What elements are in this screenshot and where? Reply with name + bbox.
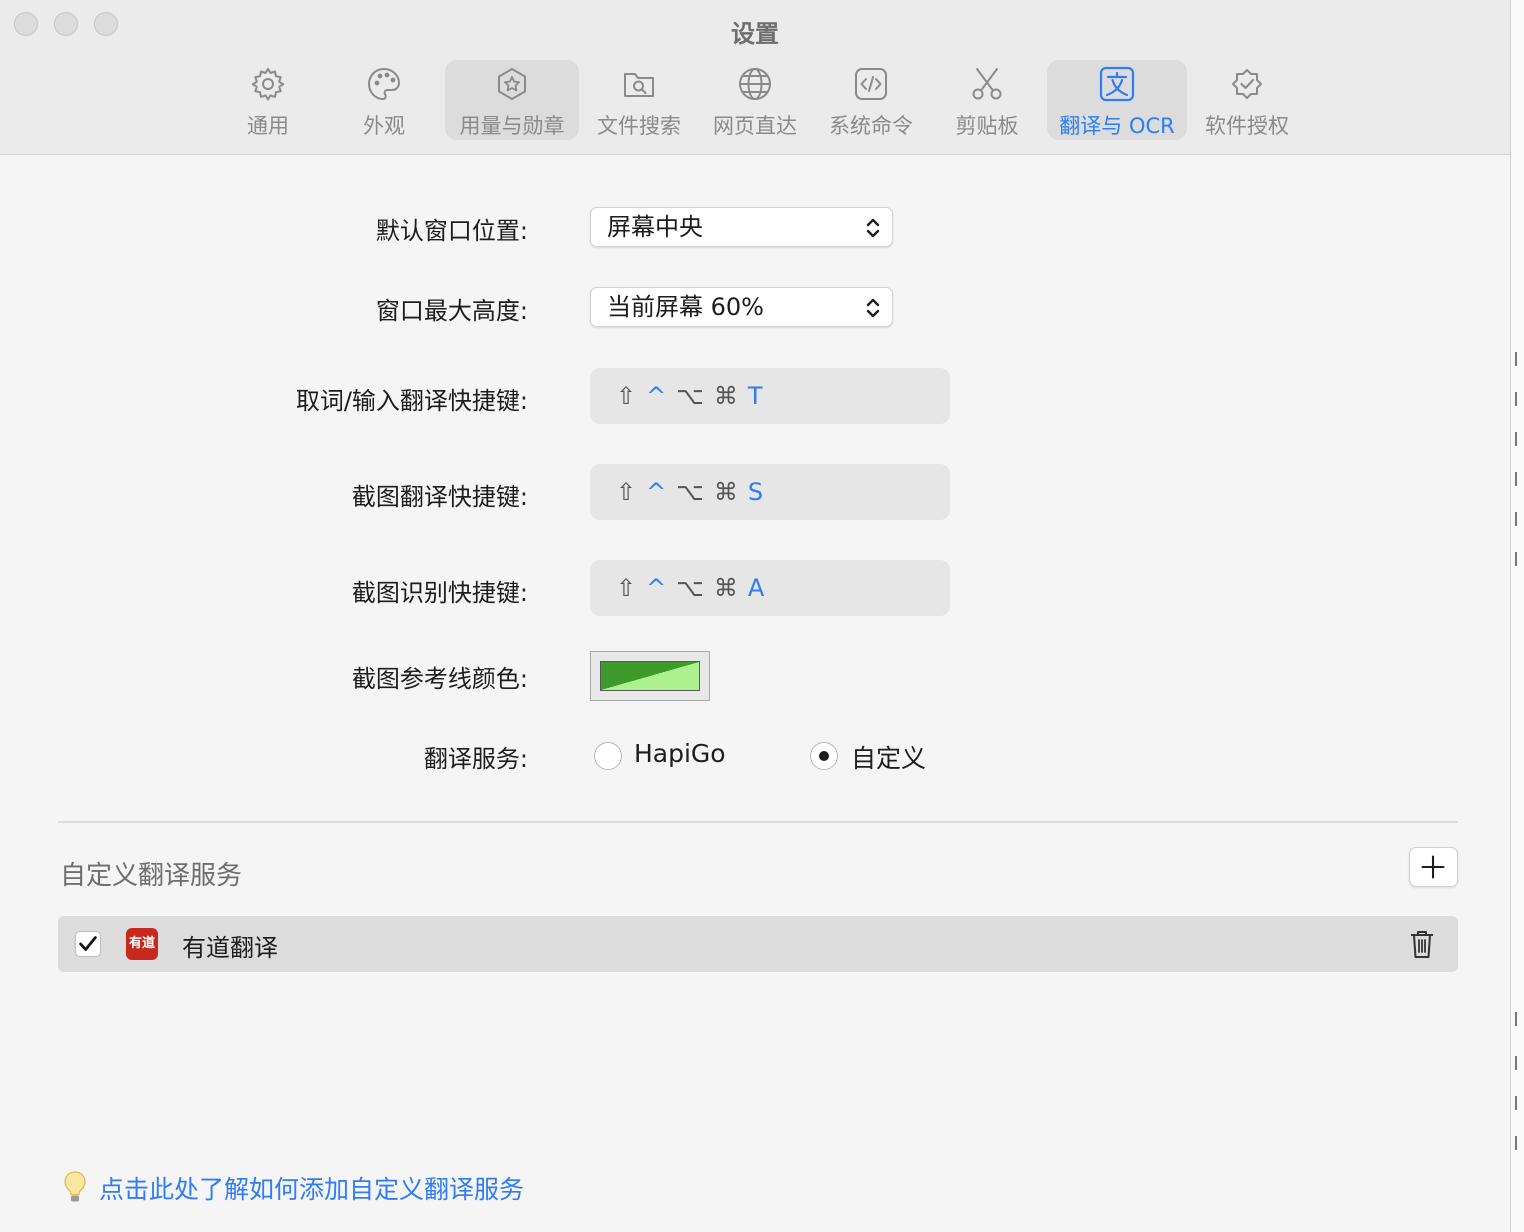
code-icon [855,68,887,100]
folder-search-icon [624,73,654,97]
tab-web-shortcuts[interactable]: 网页直达 [700,60,810,140]
window-position-select[interactable]: 屏幕中央 [590,207,893,247]
option-modifier: ⌥ [676,382,704,410]
tab-label: 用量与勋章 [459,114,565,138]
plus-icon [1421,855,1445,879]
edge-mark [1515,1056,1524,1070]
shift-modifier: ⇧ [616,574,637,602]
tab-translate-ocr[interactable]: 翻译与 OCR [1047,60,1187,140]
background-window-edge [1511,0,1524,1232]
screenshot-ocr-shortcut-recorder[interactable]: ⇧ ^ ⌥ ⌘ A [590,560,950,616]
radio-hapigo[interactable] [594,742,622,770]
control-modifier: ^ [646,382,667,410]
radio-hapigo-label[interactable]: HapiGo [634,739,726,768]
shortcut-key: T [747,382,763,410]
shift-modifier: ⇧ [616,478,637,506]
guide-color-label: 截图参考线颜色: [351,665,528,693]
window-title: 设置 [731,20,779,48]
tab-label: 通用 [247,114,289,138]
edge-mark [1515,1136,1524,1150]
translate-icon [1099,66,1135,102]
guide-color-well[interactable] [590,651,710,701]
tab-clipboard[interactable]: 剪贴板 [932,60,1042,140]
max-height-label: 窗口最大高度: [375,297,528,325]
chevron-up-down-icon [866,298,880,318]
option-modifier: ⌥ [676,478,704,506]
edge-mark [1515,432,1524,446]
tab-label: 网页直达 [713,114,797,138]
tab-appearance[interactable]: 外观 [328,60,440,140]
edge-mark [1515,352,1524,366]
palette-icon [367,67,401,101]
command-modifier: ⌘ [713,382,738,410]
edge-mark [1515,392,1524,406]
word-shortcut-recorder[interactable]: ⇧ ^ ⌥ ⌘ T [590,368,950,424]
edge-mark [1515,1096,1524,1110]
tab-label: 文件搜索 [597,114,681,138]
control-modifier: ^ [646,574,667,602]
chevron-up-down-icon [866,218,880,238]
checkmark-icon [79,936,97,951]
custom-services-title: 自定义翻译服务 [60,861,243,891]
command-modifier: ⌘ [713,478,738,506]
screenshot-ocr-shortcut-label: 截图识别快捷键: [351,579,528,607]
tab-label: 翻译与 OCR [1059,114,1175,138]
tab-system-commands[interactable]: 系统命令 [816,60,926,140]
tab-label: 外观 [363,114,405,138]
section-divider [58,821,1458,823]
word-shortcut-label: 取词/输入翻译快捷键: [295,387,528,415]
toolbar: 设置 通用 外观 用量与勋章 文件搜索 网页直达 系统命令 剪贴板 翻译与 OC… [0,0,1510,155]
tab-label: 软件授权 [1205,114,1289,138]
tab-label: 系统命令 [829,114,913,138]
edge-mark [1515,1012,1524,1026]
shortcut-key: A [747,574,765,602]
screenshot-translate-shortcut-label: 截图翻译快捷键: [351,483,528,511]
tab-general[interactable]: 通用 [212,60,324,140]
tab-label: 剪贴板 [955,114,1019,138]
youdao-logo: 有道 [126,928,158,960]
check-badge-icon [1232,69,1262,99]
service-enabled-checkbox[interactable] [75,931,101,957]
control-modifier: ^ [646,478,667,506]
radio-custom[interactable] [810,742,838,770]
window-position-value: 屏幕中央 [607,213,703,241]
tab-file-search[interactable]: 文件搜索 [584,60,694,140]
window-position-label: 默认窗口位置: [375,217,528,245]
max-height-value: 当前屏幕 60% [607,293,764,321]
max-height-select[interactable]: 当前屏幕 60% [590,287,893,327]
shift-modifier: ⇧ [616,382,637,410]
command-modifier: ⌘ [713,574,738,602]
lightbulb-icon [64,1171,86,1202]
tab-license[interactable]: 软件授权 [1192,60,1302,140]
badge-star-icon [498,68,526,100]
radio-custom-label[interactable]: 自定义 [851,739,926,775]
settings-window: 设置 通用 外观 用量与勋章 文件搜索 网页直达 系统命令 剪贴板 翻译与 OC… [0,0,1511,1232]
shortcut-key: S [747,478,764,506]
screenshot-translate-shortcut-recorder[interactable]: ⇧ ^ ⌥ ⌘ S [590,464,950,520]
trash-icon[interactable] [1408,928,1436,960]
translate-service-label: 翻译服务: [423,745,528,773]
edge-mark [1515,472,1524,486]
add-service-button[interactable] [1409,847,1458,887]
color-swatch [600,661,700,691]
tab-usage-badges[interactable]: 用量与勋章 [445,60,579,140]
edge-mark [1515,552,1524,566]
help-link-text[interactable]: 点击此处了解如何添加自定义翻译服务 [99,1170,524,1206]
scissors-icon [972,68,1002,100]
globe-icon [739,68,771,100]
option-modifier: ⌥ [676,574,704,602]
edge-mark [1515,512,1524,526]
service-row-youdao[interactable]: 有道 有道翻译 [58,916,1458,972]
service-name: 有道翻译 [182,934,278,962]
gear-icon [251,68,285,101]
